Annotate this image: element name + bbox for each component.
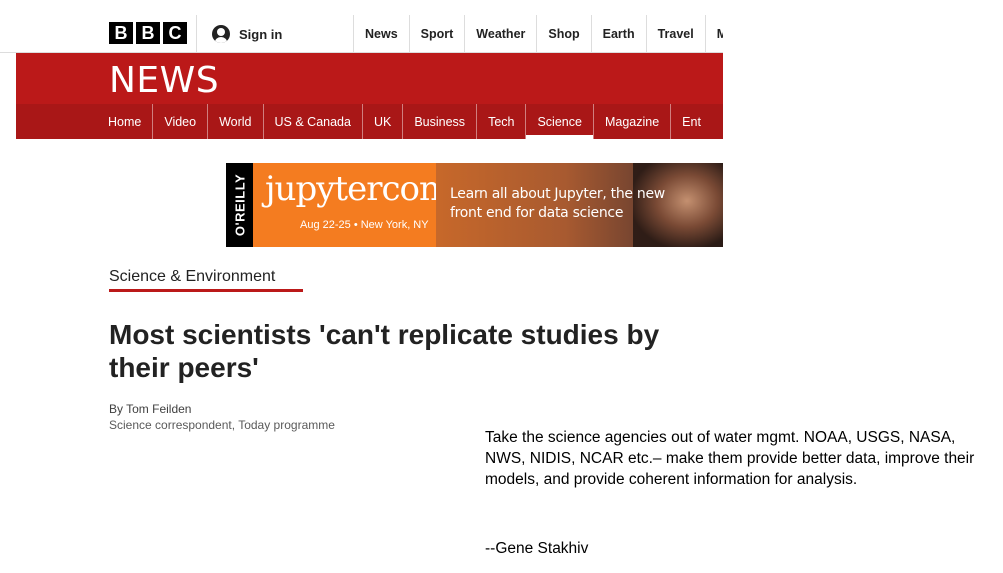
bbc-news-screenshot: B B C Sign in News Sport Weather Shop Ea… xyxy=(0,0,723,460)
top-link-travel[interactable]: Travel xyxy=(645,15,705,53)
logo-letter-b1: B xyxy=(109,22,133,44)
byline-role: Science correspondent, Today programme xyxy=(109,418,335,432)
nav-science[interactable]: Science xyxy=(525,104,594,139)
sign-in-link[interactable]: Sign in xyxy=(196,15,353,53)
nav-magazine[interactable]: Magazine xyxy=(592,104,670,139)
logo-letter-c: C xyxy=(163,22,187,44)
logo-letter-b2: B xyxy=(136,22,160,44)
quote-text: Take the science agencies out of water m… xyxy=(485,429,975,488)
top-link-weather[interactable]: Weather xyxy=(464,15,536,53)
nav-entertainment[interactable]: Ent xyxy=(670,104,712,139)
oreilly-logo: O'REILLY xyxy=(226,163,253,247)
nav-home[interactable]: Home xyxy=(97,104,152,139)
ad-event-name: jupytercon xyxy=(265,169,441,209)
account-icon xyxy=(212,25,230,43)
byline-author: By Tom Feilden xyxy=(109,402,192,416)
ad-event-panel: jupytercon Aug 22-25 • New York, NY xyxy=(253,163,441,247)
nav-world[interactable]: World xyxy=(207,104,262,139)
ad-tagline: Learn all about Jupyter, the new front e… xyxy=(450,186,665,221)
bbc-top-bar: B B C Sign in News Sport Weather Shop Ea… xyxy=(0,15,723,53)
top-link-more[interactable]: M xyxy=(704,15,723,53)
article-headline: Most scientists 'can't replicate studies… xyxy=(109,319,660,383)
news-title[interactable]: NEWS xyxy=(109,60,219,101)
news-banner: NEWS xyxy=(16,53,723,104)
top-link-earth[interactable]: Earth xyxy=(590,15,646,53)
section-underline xyxy=(109,289,303,292)
nav-tech[interactable]: Tech xyxy=(476,104,525,139)
top-link-shop[interactable]: Shop xyxy=(536,15,590,53)
top-nav: News Sport Weather Shop Earth Travel M xyxy=(353,15,723,53)
section-label[interactable]: Science & Environment xyxy=(109,268,275,286)
ad-event-date: Aug 22-25 • New York, NY xyxy=(300,219,429,231)
jupytercon-advert[interactable]: O'REILLY jupytercon Aug 22-25 • New York… xyxy=(226,163,723,247)
sign-in-label: Sign in xyxy=(239,26,283,42)
top-link-news[interactable]: News xyxy=(353,15,409,53)
nav-uk[interactable]: UK xyxy=(361,104,402,139)
bbc-logo[interactable]: B B C xyxy=(109,22,187,44)
section-nav: Home Video World US & Canada UK Business… xyxy=(16,104,723,139)
nav-us-canada[interactable]: US & Canada xyxy=(262,104,362,139)
quote-signature: --Gene Stakhiv xyxy=(485,540,589,557)
top-link-sport[interactable]: Sport xyxy=(408,15,465,53)
nav-business[interactable]: Business xyxy=(402,104,476,139)
oreilly-label: O'REILLY xyxy=(232,173,247,237)
ad-photo-panel: Learn all about Jupyter, the new front e… xyxy=(436,163,723,247)
nav-video[interactable]: Video xyxy=(152,104,207,139)
